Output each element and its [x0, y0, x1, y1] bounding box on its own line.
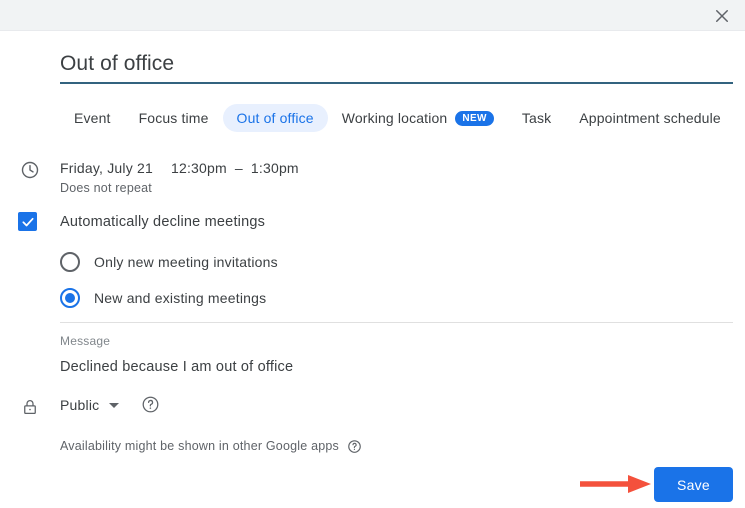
radio-label: New and existing meetings [94, 290, 267, 306]
event-type-tabs: Event Focus time Out of office Working l… [60, 104, 735, 132]
close-button[interactable] [707, 1, 737, 31]
tab-label: Out of office [236, 110, 314, 126]
visibility-dropdown[interactable]: Public [60, 395, 120, 415]
event-title-field[interactable]: Out of office [60, 50, 733, 84]
tab-appointment-schedule[interactable]: Appointment schedule [565, 104, 735, 132]
tab-out-of-office[interactable]: Out of office [222, 104, 328, 132]
tab-task[interactable]: Task [508, 104, 565, 132]
schedule-date[interactable]: Friday, July 21 [60, 158, 153, 178]
schedule-end-time[interactable]: 1:30pm [251, 158, 299, 178]
tab-label: Event [74, 110, 111, 126]
message-input[interactable]: Declined because I am out of office [60, 357, 293, 377]
lock-icon [18, 395, 42, 419]
tab-working-location[interactable]: Working location NEW [328, 104, 508, 132]
radio-option-only-new-invitations[interactable]: Only new meeting invitations [60, 252, 278, 272]
auto-decline-label: Automatically decline meetings [60, 214, 266, 230]
schedule-recurrence[interactable]: Does not repeat [60, 179, 152, 197]
tab-label: Working location [341, 110, 448, 126]
message-label: Message [60, 334, 111, 348]
availability-help-icon[interactable] [347, 438, 363, 454]
schedule-datetime: Friday, July 21 12:30pm –1:30pm [60, 158, 299, 178]
schedule-dash: – [234, 160, 243, 176]
arrow-right-annotation-icon [580, 472, 652, 496]
save-button[interactable]: Save [654, 467, 733, 502]
out-of-office-dialog: Out of office Event Focus time Out of of… [0, 0, 745, 508]
tab-focus-time[interactable]: Focus time [125, 104, 223, 132]
tab-event[interactable]: Event [60, 104, 125, 132]
new-badge: NEW [455, 110, 494, 126]
radio-indicator[interactable] [60, 288, 80, 308]
tab-label: Task [521, 110, 552, 126]
dialog-header-bar [0, 0, 745, 31]
visibility-help-icon[interactable] [141, 395, 161, 415]
close-icon [713, 7, 731, 25]
title-underline [60, 82, 733, 84]
schedule-start-time[interactable]: 12:30pm [171, 158, 227, 178]
clock-icon [18, 158, 42, 182]
radio-option-new-and-existing[interactable]: New and existing meetings [60, 288, 266, 308]
chevron-down-icon [109, 402, 120, 408]
auto-decline-checkbox[interactable] [18, 212, 37, 231]
event-title-value[interactable]: Out of office [60, 50, 733, 82]
availability-note: Availability might be shown in other Goo… [60, 437, 363, 455]
visibility-value: Public [60, 397, 100, 413]
tab-label: Focus time [138, 110, 209, 126]
radio-label: Only new meeting invitations [94, 254, 278, 270]
section-divider [60, 322, 733, 323]
availability-text: Availability might be shown in other Goo… [60, 439, 339, 453]
tab-label: Appointment schedule [579, 110, 721, 126]
radio-indicator[interactable] [60, 252, 80, 272]
